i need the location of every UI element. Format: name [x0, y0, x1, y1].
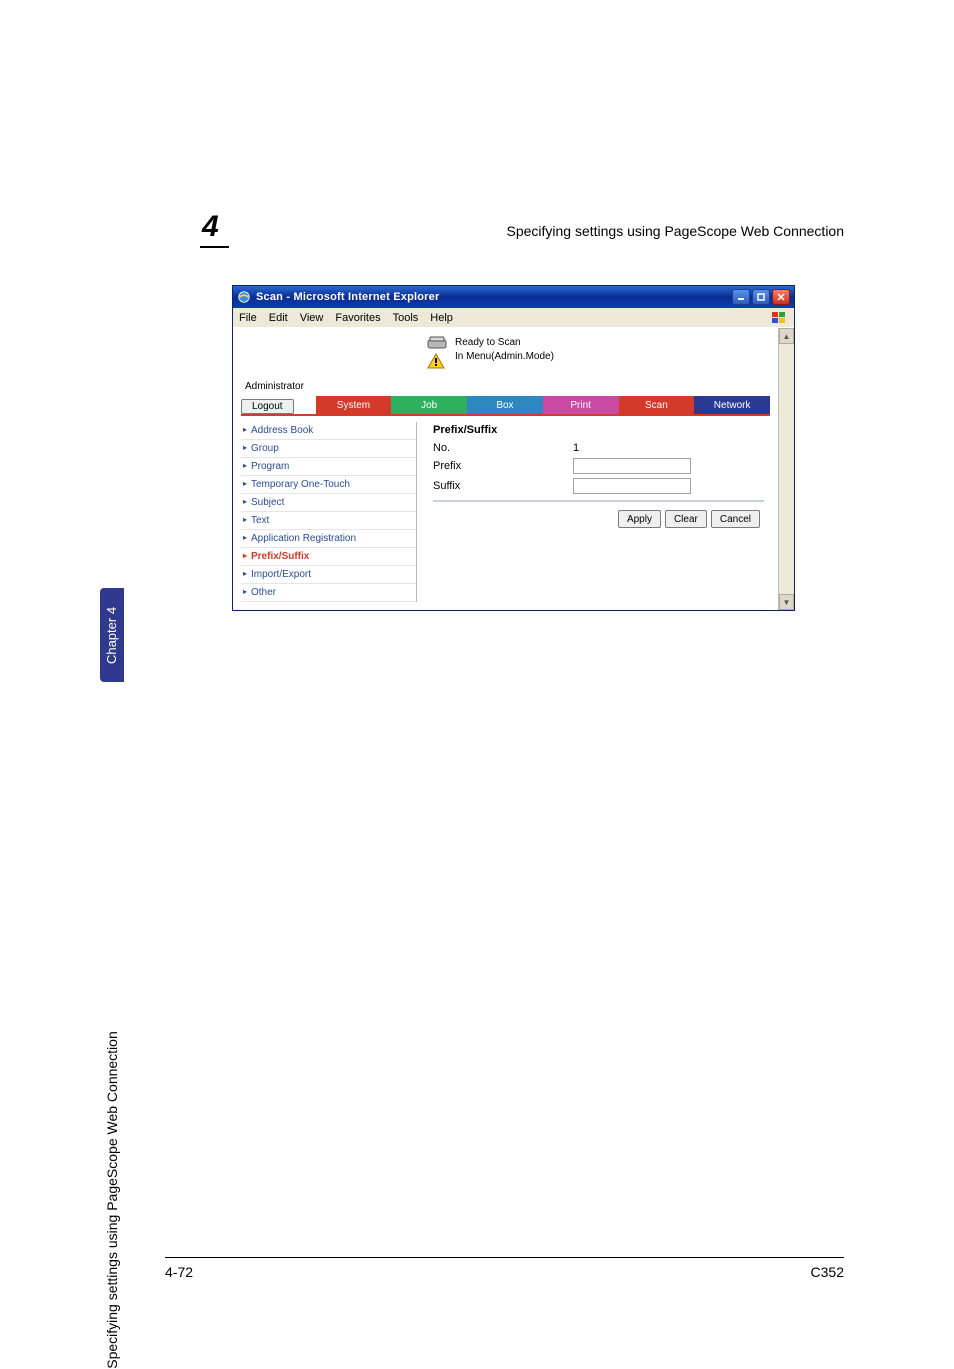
sidebar-item-program[interactable]: Program [241, 458, 416, 476]
scan-sidebar: Address Book Group Program Temporary One… [241, 422, 417, 602]
sidebar-item-other[interactable]: Other [241, 584, 416, 602]
panel-divider [433, 500, 764, 502]
sidebar-item-group[interactable]: Group [241, 440, 416, 458]
prefix-label: Prefix [433, 460, 573, 472]
warning-icon [427, 353, 445, 369]
footer-model: C352 [811, 1264, 844, 1280]
windows-flag-icon [770, 310, 788, 326]
scroll-down-button[interactable]: ▼ [779, 594, 794, 610]
side-running-text-label: Specifying settings using PageScope Web … [104, 1031, 120, 1369]
menu-favorites[interactable]: Favorites [335, 312, 380, 324]
main-tabs: Logout System Job Box Print Scan Network [241, 396, 770, 414]
tab-print[interactable]: Print [543, 396, 619, 414]
chapter-number: 4 [200, 210, 229, 248]
tab-system[interactable]: System [316, 396, 392, 414]
menu-edit[interactable]: Edit [269, 312, 288, 324]
browser-window: Scan - Microsoft Internet Explorer File … [232, 285, 795, 611]
apply-button[interactable]: Apply [618, 510, 661, 528]
no-value: 1 [573, 442, 579, 454]
administrator-label: Administrator [241, 381, 770, 392]
minimize-button[interactable] [732, 289, 750, 305]
sidebar-item-application-registration[interactable]: Application Registration [241, 530, 416, 548]
tab-underline [241, 414, 770, 416]
status-ready-text: Ready to Scan [455, 337, 554, 348]
vertical-scrollbar[interactable]: ▲ ▼ [778, 328, 794, 610]
menu-help[interactable]: Help [430, 312, 453, 324]
sidebar-item-import-export[interactable]: Import/Export [241, 566, 416, 584]
ie-icon [237, 290, 251, 304]
scroll-up-button[interactable]: ▲ [779, 328, 794, 344]
sidebar-item-prefix-suffix[interactable]: Prefix/Suffix [241, 548, 416, 566]
no-label: No. [433, 442, 573, 454]
sidebar-item-subject[interactable]: Subject [241, 494, 416, 512]
footer-page-number: 4-72 [165, 1264, 193, 1280]
menu-view[interactable]: View [300, 312, 324, 324]
window-title: Scan - Microsoft Internet Explorer [256, 291, 730, 303]
page-header-title: Specifying settings using PageScope Web … [229, 223, 844, 239]
prefix-input[interactable] [573, 458, 691, 474]
side-running-text: Specifying settings using PageScope Web … [100, 688, 124, 1208]
menu-file[interactable]: File [239, 312, 257, 324]
sidebar-item-temporary-one-touch[interactable]: Temporary One-Touch [241, 476, 416, 494]
tab-network[interactable]: Network [694, 396, 770, 414]
panel-title: Prefix/Suffix [433, 424, 764, 436]
status-row: Ready to Scan In Menu(Admin.Mode) [241, 334, 770, 371]
sidebar-item-text[interactable]: Text [241, 512, 416, 530]
window-titlebar: Scan - Microsoft Internet Explorer [233, 286, 794, 308]
menu-tools[interactable]: Tools [393, 312, 419, 324]
suffix-label: Suffix [433, 480, 573, 492]
tab-scan[interactable]: Scan [619, 396, 695, 414]
tab-job[interactable]: Job [391, 396, 467, 414]
sidebar-item-address-book[interactable]: Address Book [241, 422, 416, 440]
tab-box[interactable]: Box [467, 396, 543, 414]
maximize-button[interactable] [752, 289, 770, 305]
scanner-icon [427, 336, 447, 350]
close-button[interactable] [772, 289, 790, 305]
logout-button[interactable]: Logout [241, 399, 294, 414]
menubar: File Edit View Favorites Tools Help [233, 308, 794, 328]
clear-button[interactable]: Clear [665, 510, 707, 528]
chapter-side-tab-label: Chapter 4 [105, 606, 120, 663]
cancel-button[interactable]: Cancel [711, 510, 760, 528]
prefix-suffix-panel: Prefix/Suffix No. 1 Prefix Suffix [427, 422, 770, 602]
status-admin-mode-text: In Menu(Admin.Mode) [455, 351, 554, 362]
browser-content: ▲ ▼ Ready to Scan In Menu(Admin.Mode) [233, 328, 794, 610]
suffix-input[interactable] [573, 478, 691, 494]
chapter-side-tab: Chapter 4 [100, 588, 124, 682]
